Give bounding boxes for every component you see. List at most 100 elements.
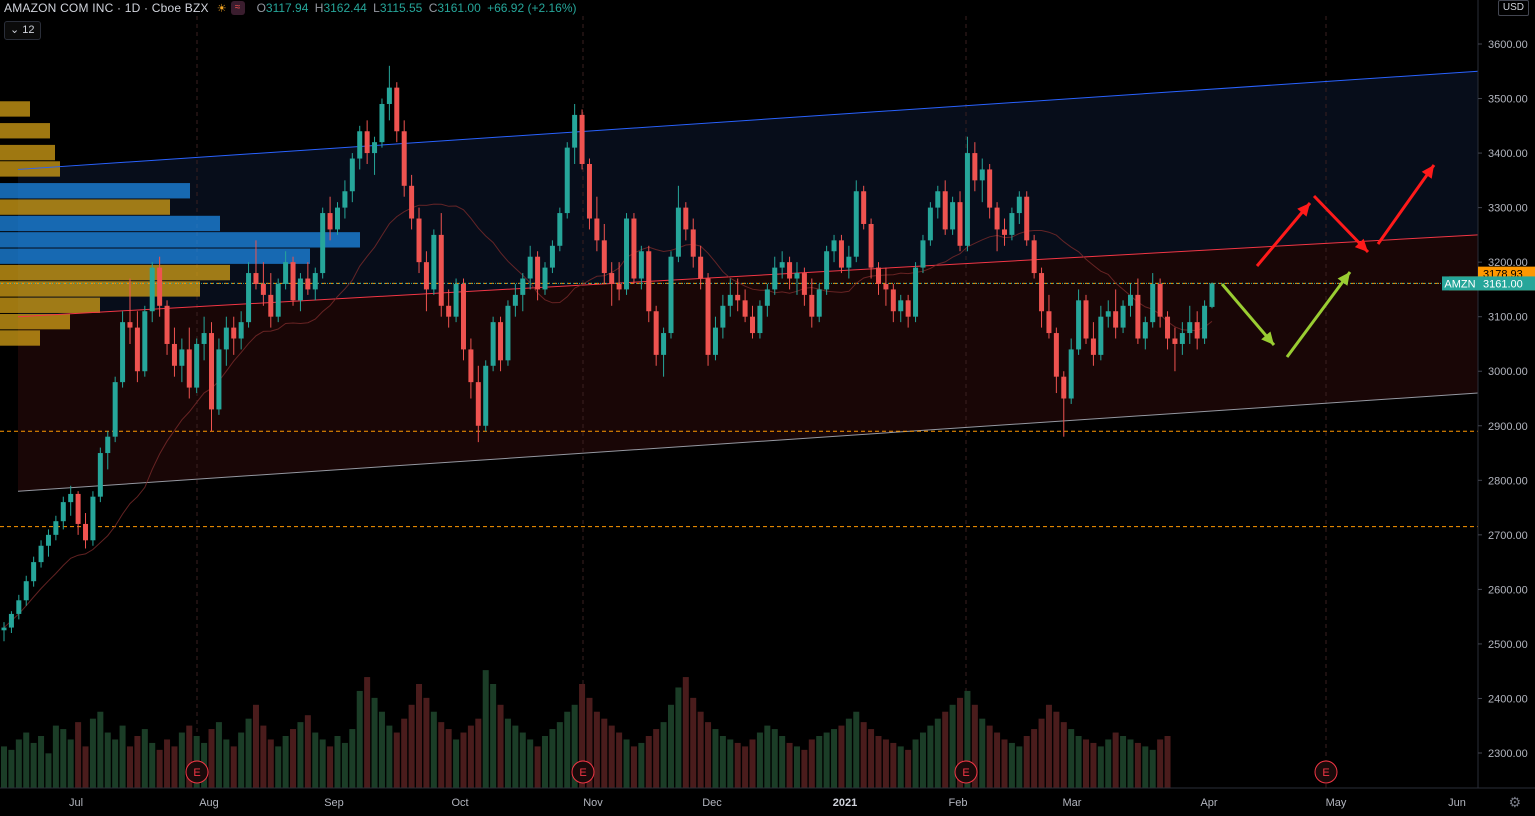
change-value: +66.92 (+2.16%) (487, 1, 577, 15)
volume-bar (327, 746, 334, 788)
candle-body (349, 158, 355, 192)
candle-body (379, 103, 385, 143)
candle-body (112, 382, 118, 437)
candle-body (468, 349, 474, 383)
candle-body (223, 327, 229, 350)
candle-body (1009, 213, 1015, 235)
volume-bar (823, 732, 830, 788)
candle-body (1053, 333, 1059, 377)
x-tick-label: Oct (451, 797, 468, 809)
volume-bar (1008, 742, 1015, 788)
ohlc-readout: O3117.94 H3162.44 L3115.55 C3161.00 +66.… (257, 1, 577, 15)
candle-body (460, 283, 466, 350)
open-value: 3117.94 (265, 1, 309, 15)
candle-body (572, 114, 578, 148)
gear-icon[interactable]: ⚙ (1508, 794, 1521, 811)
candle-body (283, 262, 289, 284)
candle-body (861, 191, 867, 224)
candle-body (75, 493, 81, 524)
volume-bar (742, 746, 749, 788)
candle-body (994, 207, 1000, 230)
candle-body (120, 322, 126, 383)
close-value: 3161.00 (437, 1, 481, 15)
candle-body (201, 333, 207, 344)
candle-body (1076, 300, 1082, 350)
volume-bar (786, 742, 793, 788)
volume-bar (497, 704, 504, 788)
candle-body (431, 234, 437, 290)
candle-body (68, 493, 74, 503)
volume-bar (1075, 736, 1082, 788)
candle-body (1016, 196, 1022, 214)
volume-bar (1090, 742, 1097, 788)
candle-body (809, 294, 815, 317)
volume-bar (1127, 739, 1134, 788)
currency-badge[interactable]: USD (1497, 0, 1529, 16)
volume-profile-bar (0, 313, 70, 330)
candle-body (231, 327, 237, 339)
weather-icon[interactable]: ☀ (217, 2, 227, 15)
candle-body (23, 581, 29, 601)
low-value: 3115.55 (379, 1, 423, 15)
candle-body (260, 283, 266, 295)
candle-body (557, 213, 563, 246)
candle-body (194, 343, 200, 388)
volume-bar (816, 736, 823, 788)
candle-body (987, 169, 993, 208)
volume-bar (164, 739, 171, 788)
volume-bar (616, 732, 623, 788)
volume-bar (341, 742, 348, 788)
candle-body (831, 240, 837, 252)
volume-bar (808, 739, 815, 788)
candle-body (594, 218, 600, 241)
volume-profile-bar (0, 199, 170, 215)
volume-bar (30, 742, 37, 788)
y-tick-label: 2400.00 (1488, 693, 1528, 705)
indicators-toggle[interactable]: ⌄ 12 (4, 21, 41, 40)
candle-body (1, 627, 7, 631)
symbol-title[interactable]: AMAZON COM INC · 1D · Cboe BZX (4, 1, 209, 15)
volume-bar (356, 690, 363, 788)
volume-profile-bar (0, 248, 310, 264)
candle-body (290, 262, 296, 301)
candle-body (1083, 300, 1089, 339)
volume-profile-bar (0, 330, 40, 346)
volume-bar (238, 732, 245, 788)
volume-bar (653, 729, 660, 788)
volume-bar (527, 739, 534, 788)
candle-body (134, 327, 140, 372)
candle-body (787, 262, 793, 279)
candle-body (416, 218, 422, 263)
candle-body (498, 322, 504, 361)
candle-body (1172, 338, 1178, 344)
candle-body (890, 289, 896, 312)
candle-body (683, 207, 689, 230)
volume-bar (349, 729, 356, 788)
volume-bar (860, 722, 867, 788)
candle-body (364, 131, 370, 154)
volume-bar (252, 704, 259, 788)
pulse-icon[interactable]: ≈ (230, 1, 245, 15)
candle-body (483, 365, 489, 426)
earnings-marker-label: E (1322, 767, 1329, 779)
candle-body (972, 153, 978, 181)
volume-bar (223, 739, 230, 788)
candle-body (1068, 349, 1074, 399)
candle-body (1105, 311, 1111, 317)
volume-bar (104, 732, 111, 788)
volume-bar (927, 725, 934, 788)
volume-bar (994, 732, 1001, 788)
candle-body (920, 240, 926, 268)
price-chart[interactable]: 3600.003500.003400.003300.003200.003100.… (0, 0, 1535, 816)
volume-bar (230, 746, 237, 788)
candle-body (535, 256, 541, 290)
candle-body (779, 262, 785, 268)
candle-body (1001, 229, 1007, 235)
volume-bar (564, 711, 571, 788)
candle-body (668, 256, 674, 334)
candle-body (750, 316, 756, 334)
candle-body (801, 273, 807, 295)
volume-bar (67, 739, 74, 788)
candle-body (216, 349, 222, 410)
volume-bar (638, 742, 645, 788)
